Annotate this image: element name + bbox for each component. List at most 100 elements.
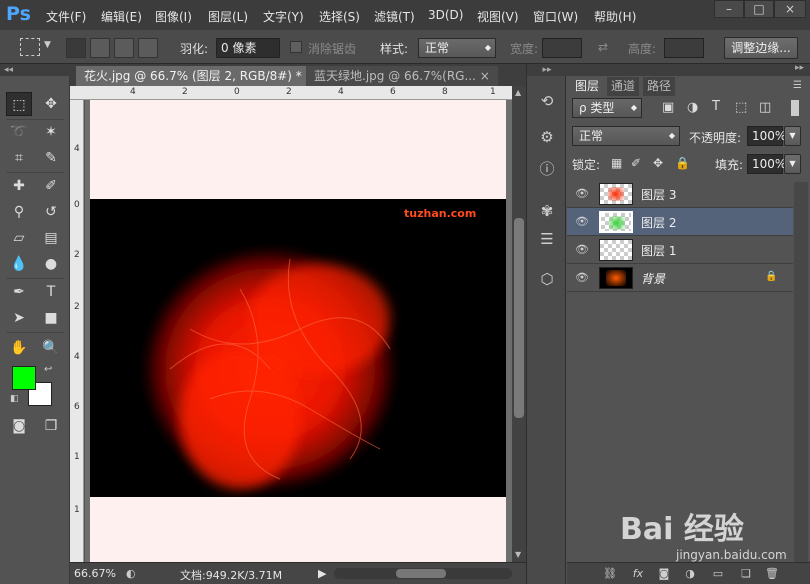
clone-stamp-tool-icon[interactable]: ⚲: [6, 200, 32, 224]
rectangle-tool-icon[interactable]: ■: [38, 306, 64, 330]
layer-name[interactable]: 背景: [641, 270, 665, 287]
close-icon[interactable]: ×: [480, 69, 490, 83]
close-button[interactable]: ×: [774, 0, 806, 18]
brush-panel-icon[interactable]: ✾: [535, 200, 559, 222]
layer-row-3[interactable]: 👁 图层 3: [567, 180, 793, 208]
move-tool-icon[interactable]: ✥: [38, 92, 64, 116]
adjustment-icon[interactable]: ◑: [681, 566, 699, 582]
dock-collapse-icon[interactable]: ▸▸: [527, 64, 567, 76]
horizontal-scrollbar[interactable]: [334, 568, 512, 579]
subtract-selection-icon[interactable]: [114, 38, 134, 58]
firework-image[interactable]: tuzhan.com: [90, 199, 506, 497]
mask-icon[interactable]: ◙: [655, 566, 673, 582]
magic-wand-tool-icon[interactable]: ✶: [38, 120, 64, 144]
actions-panel-icon[interactable]: ⚙: [535, 126, 559, 148]
feather-input[interactable]: 0 像素: [216, 38, 280, 58]
menu-file[interactable]: 文件(F): [46, 8, 86, 25]
vertical-scrollbar[interactable]: ▲ ▼: [512, 86, 526, 562]
filter-toggle-icon[interactable]: [791, 100, 799, 116]
hand-tool-icon[interactable]: ✋: [6, 336, 32, 360]
default-colors-icon[interactable]: ◧: [10, 394, 19, 404]
intersect-selection-icon[interactable]: [138, 38, 158, 58]
filter-shape-icon[interactable]: ⬚: [735, 100, 747, 115]
rect-marquee-tool-icon[interactable]: ⬚: [6, 92, 32, 116]
type-tool-icon[interactable]: T: [38, 280, 64, 304]
tools-panel-collapse[interactable]: ◂◂: [0, 64, 70, 76]
tab-paths[interactable]: 路径: [643, 77, 676, 96]
info-panel-icon[interactable]: ⓘ: [535, 158, 559, 180]
menu-edit[interactable]: 编辑(E): [101, 8, 142, 25]
gradient-tool-icon[interactable]: ▤: [38, 226, 64, 250]
status-info-icon[interactable]: ◐: [126, 567, 136, 580]
h-scroll-thumb[interactable]: [396, 569, 446, 578]
tab-layers[interactable]: 图层: [571, 77, 604, 96]
history-brush-tool-icon[interactable]: ↺: [38, 200, 64, 224]
eye-icon[interactable]: 👁: [575, 243, 589, 256]
eyedropper-tool-icon[interactable]: ✎: [38, 146, 64, 170]
filter-smart-object-icon[interactable]: ◫: [759, 100, 771, 115]
layer-name[interactable]: 图层 1: [641, 242, 676, 259]
menu-window[interactable]: 窗口(W): [533, 8, 578, 25]
panel-menu-icon[interactable]: ☰: [793, 80, 802, 91]
eye-icon[interactable]: 👁: [575, 187, 589, 200]
height-input[interactable]: [664, 38, 704, 58]
status-menu-arrow-icon[interactable]: ▶: [318, 567, 326, 580]
new-layer-icon[interactable]: ❏: [737, 566, 755, 582]
layers-scrollbar[interactable]: [794, 182, 808, 562]
add-selection-icon[interactable]: [90, 38, 110, 58]
fill-input[interactable]: 100%: [747, 154, 786, 174]
swap-icon[interactable]: ⇄: [598, 40, 608, 54]
lock-transparent-icon[interactable]: ▦: [611, 156, 622, 170]
layer-name[interactable]: 图层 3: [641, 186, 676, 203]
filter-adjustment-icon[interactable]: ◑: [687, 100, 698, 115]
lock-paint-icon[interactable]: ✐: [631, 156, 641, 170]
zoom-tool-icon[interactable]: 🔍: [38, 336, 64, 360]
pen-tool-icon[interactable]: ✒: [6, 280, 32, 304]
style-select[interactable]: 正常 ◆: [418, 38, 496, 58]
rect-marquee-preset-icon[interactable]: [20, 38, 40, 56]
menu-view[interactable]: 视图(V): [477, 8, 519, 25]
3d-panel-icon[interactable]: ⬡: [535, 268, 559, 290]
antialias-checkbox[interactable]: [290, 41, 302, 53]
layer-row-2[interactable]: 👁 图层 2: [567, 208, 793, 236]
scroll-up-icon[interactable]: ▲: [515, 88, 521, 97]
link-icon[interactable]: ⛓: [601, 566, 619, 582]
lock-position-icon[interactable]: ✥: [653, 156, 663, 170]
adjustments-panel-icon[interactable]: ☰: [535, 228, 559, 250]
foreground-color-swatch-top[interactable]: [12, 366, 36, 390]
menu-filter[interactable]: 滤镜(T): [374, 8, 415, 25]
scroll-thumb[interactable]: [514, 218, 524, 418]
zoom-level[interactable]: 66.67%: [74, 567, 116, 580]
layer-row-1[interactable]: 👁 图层 1: [567, 236, 793, 264]
scroll-down-icon[interactable]: ▼: [515, 550, 521, 559]
crop-tool-icon[interactable]: ⌗: [6, 146, 32, 170]
path-selection-tool-icon[interactable]: ➤: [6, 306, 32, 330]
collapse-panel-icon[interactable]: ▸▸: [795, 63, 804, 73]
eye-icon[interactable]: 👁: [575, 271, 589, 284]
menu-3d[interactable]: 3D(D): [428, 8, 463, 22]
dodge-tool-icon[interactable]: ●: [38, 252, 64, 276]
opacity-dropdown-icon[interactable]: ▼: [784, 126, 801, 146]
lasso-tool-icon[interactable]: ➰: [6, 120, 32, 144]
tab-lantian[interactable]: 蓝天绿地.jpg @ 66.7%(RG... ×: [306, 66, 498, 86]
menu-image[interactable]: 图像(I): [155, 8, 192, 25]
layer-row-background[interactable]: 👁 背景 🔒: [567, 264, 793, 292]
blur-tool-icon[interactable]: 💧: [6, 252, 32, 276]
eye-icon[interactable]: 👁: [575, 215, 589, 228]
width-input[interactable]: [542, 38, 582, 58]
new-selection-icon[interactable]: [66, 38, 86, 58]
refine-edge-button[interactable]: 调整边缘...: [724, 37, 798, 59]
fill-dropdown-icon[interactable]: ▼: [784, 154, 801, 174]
brush-tool-icon[interactable]: ✐: [38, 174, 64, 198]
filter-pixel-icon[interactable]: ▣: [662, 100, 674, 115]
folder-icon[interactable]: ▭: [709, 566, 727, 582]
filter-type-icon[interactable]: T: [712, 99, 720, 114]
healing-brush-tool-icon[interactable]: ✚: [6, 174, 32, 198]
blend-mode-select[interactable]: 正常 ◆: [572, 126, 680, 146]
history-panel-icon[interactable]: ⟲: [535, 90, 559, 112]
lock-all-icon[interactable]: 🔒: [675, 156, 690, 170]
opacity-input[interactable]: 100%: [747, 126, 786, 146]
screen-mode-icon[interactable]: ❐: [38, 414, 64, 438]
swap-colors-icon[interactable]: ↩: [44, 364, 52, 375]
menu-select[interactable]: 选择(S): [319, 8, 360, 25]
